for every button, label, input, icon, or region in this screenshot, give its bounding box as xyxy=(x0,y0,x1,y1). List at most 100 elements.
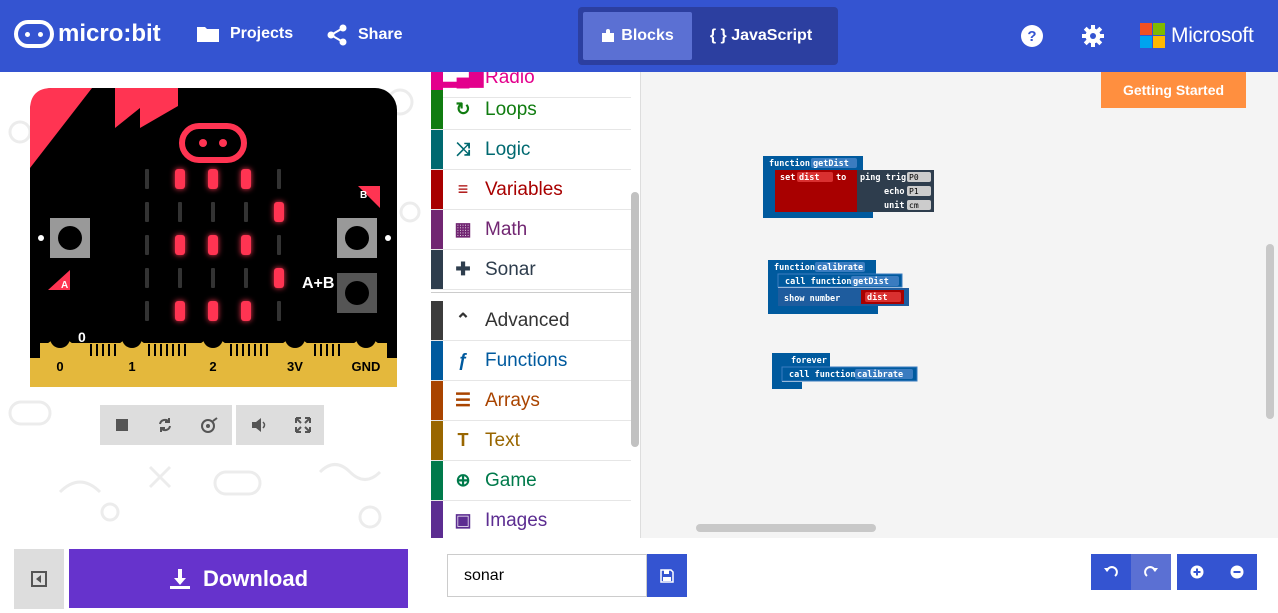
javascript-tab[interactable]: { } JavaScript xyxy=(692,12,830,60)
led-off xyxy=(244,202,248,222)
microsoft-grid-icon xyxy=(1140,23,1165,48)
category-color-bar xyxy=(431,210,443,249)
microbit-board[interactable]: A B A+B 0 1 2 3V GND 0 xyxy=(30,88,397,387)
restart-icon[interactable] xyxy=(157,417,173,433)
download-label: Download xyxy=(202,565,309,591)
image-icon: ▣ xyxy=(454,510,472,530)
show-number-label: show number xyxy=(784,294,840,304)
redo-button[interactable] xyxy=(1131,554,1171,590)
loop-icon: ↻ xyxy=(455,99,471,119)
project-name-input[interactable] xyxy=(447,554,647,597)
projects-button[interactable]: Projects xyxy=(196,24,293,44)
fullscreen-icon[interactable] xyxy=(294,417,311,433)
category-color-bar xyxy=(431,421,443,460)
blocks-tab[interactable]: Blocks xyxy=(583,12,692,60)
microbit-logo[interactable]: micro:bit xyxy=(14,20,161,48)
category-color-bar xyxy=(431,341,443,380)
collapse-simulator-button[interactable] xyxy=(14,549,64,609)
set-keyword: set xyxy=(780,173,795,183)
zoom-out-button[interactable] xyxy=(1217,554,1257,590)
undo-button[interactable] xyxy=(1091,554,1131,590)
toolbox-category-variables[interactable]: ≡ Variables xyxy=(431,170,631,210)
category-label: Advanced xyxy=(485,309,570,331)
category-label: Radio xyxy=(485,72,535,88)
fn1-name: getDist xyxy=(813,158,849,169)
led-off xyxy=(277,235,281,255)
pin-0-label: 0 xyxy=(56,359,63,374)
blocks-workspace[interactable]: Getting Started function getDist set dis… xyxy=(641,72,1278,538)
share-button[interactable]: Share xyxy=(326,24,402,46)
microsoft-logo[interactable]: Microsoft xyxy=(1140,23,1254,48)
editor-mode-toggle: Blocks { } JavaScript xyxy=(578,7,838,65)
toolbox-category-game[interactable]: ⊕ Game xyxy=(431,461,631,501)
category-color-bar xyxy=(431,130,443,169)
led-off xyxy=(277,169,281,189)
echo-pin-dropdown[interactable]: P1 xyxy=(909,187,919,196)
led-off xyxy=(145,268,149,288)
trig-pin-dropdown[interactable]: P0 xyxy=(909,173,919,182)
led-on xyxy=(241,301,251,321)
sound-icon[interactable] xyxy=(250,417,268,433)
category-label: Images xyxy=(485,509,548,531)
category-label: Variables xyxy=(485,178,563,200)
numbered-list-icon: ☰ xyxy=(454,390,472,410)
category-label: Game xyxy=(485,469,537,491)
toolbox-category-math[interactable]: ▦ Math xyxy=(431,210,631,250)
stop-icon[interactable] xyxy=(114,417,130,433)
share-label: Share xyxy=(358,26,403,43)
settings-gear-icon[interactable] xyxy=(1081,24,1105,48)
pin-gnd-label: GND xyxy=(352,359,381,374)
led-off xyxy=(145,301,149,321)
radio-icon: ▂▄▆ xyxy=(442,72,484,87)
slow-motion-icon[interactable] xyxy=(200,417,218,433)
toolbox-category-logic[interactable]: ⤨ Logic xyxy=(431,130,631,170)
projects-label: Projects xyxy=(230,25,294,42)
category-label: Logic xyxy=(485,138,531,160)
to-keyword: to xyxy=(836,173,846,183)
share-icon xyxy=(327,24,347,46)
help-icon[interactable]: ? xyxy=(1020,24,1044,48)
toolbox-category-sonar[interactable]: ✚ Sonar xyxy=(431,250,631,290)
toolbox-category-functions[interactable]: ƒ Functions xyxy=(431,341,631,381)
download-button[interactable]: Download xyxy=(69,549,408,608)
toolbox-category-images[interactable]: ▣ Images xyxy=(431,501,631,538)
block-toolbox: ▂▄▆ Radio ↻ Loops ⤨ Logic ≡ Variables ▦ Math ✚ Sona… xyxy=(431,72,641,538)
call-getdist-name: getDist xyxy=(853,276,889,287)
toolbox-category-text[interactable]: T Text xyxy=(431,421,631,461)
logo-text: micro:bit xyxy=(58,20,161,47)
led-off xyxy=(211,202,215,222)
button-ab-label: A+B xyxy=(302,275,334,292)
gamepad-icon: ⊕ xyxy=(455,470,471,490)
led-off xyxy=(211,268,215,288)
forever-block[interactable]: forever call function calibrate xyxy=(772,353,918,389)
toolbox-category-loops[interactable]: ↻ Loops xyxy=(431,90,631,130)
toolbox-separator xyxy=(431,292,631,298)
fn2-name: calibrate xyxy=(817,262,863,273)
function-getdist-block[interactable]: function getDist set dist to ping trig P… xyxy=(763,156,934,218)
function-icon: ƒ xyxy=(457,350,468,370)
toolbox-category-advanced[interactable]: ⌃ Advanced xyxy=(431,301,631,341)
blocks-tab-label: Blocks xyxy=(621,27,674,44)
save-project-button[interactable] xyxy=(647,554,687,597)
led-on xyxy=(175,301,185,321)
redo-icon xyxy=(1144,566,1158,577)
workspace-horizontal-scrollbar[interactable] xyxy=(696,524,876,532)
pin-1-label: 1 xyxy=(128,359,135,374)
puzzle-icon xyxy=(602,29,615,42)
pin-3v-label: 3V xyxy=(287,359,303,374)
workspace-blocks: function getDist set dist to ping trig P… xyxy=(763,156,934,389)
led-on xyxy=(208,235,218,255)
led-on xyxy=(274,202,284,222)
call-calibrate-name: calibrate xyxy=(857,369,903,380)
toolbox-scrollbar[interactable] xyxy=(631,192,639,447)
function-calibrate-block[interactable]: function calibrate call function getDist… xyxy=(768,260,909,314)
unit-dropdown[interactable]: cm xyxy=(909,201,919,210)
category-label: Arrays xyxy=(485,389,540,411)
toolbox-category-arrays[interactable]: ☰ Arrays xyxy=(431,381,631,421)
led-off xyxy=(244,268,248,288)
simulator-panel: A B A+B 0 1 2 3V GND 0 xyxy=(0,72,431,538)
simulator-controls-2 xyxy=(236,405,324,445)
workspace-vertical-scrollbar[interactable] xyxy=(1266,244,1274,419)
zoom-in-button[interactable] xyxy=(1177,554,1217,590)
category-color-bar xyxy=(431,461,443,500)
